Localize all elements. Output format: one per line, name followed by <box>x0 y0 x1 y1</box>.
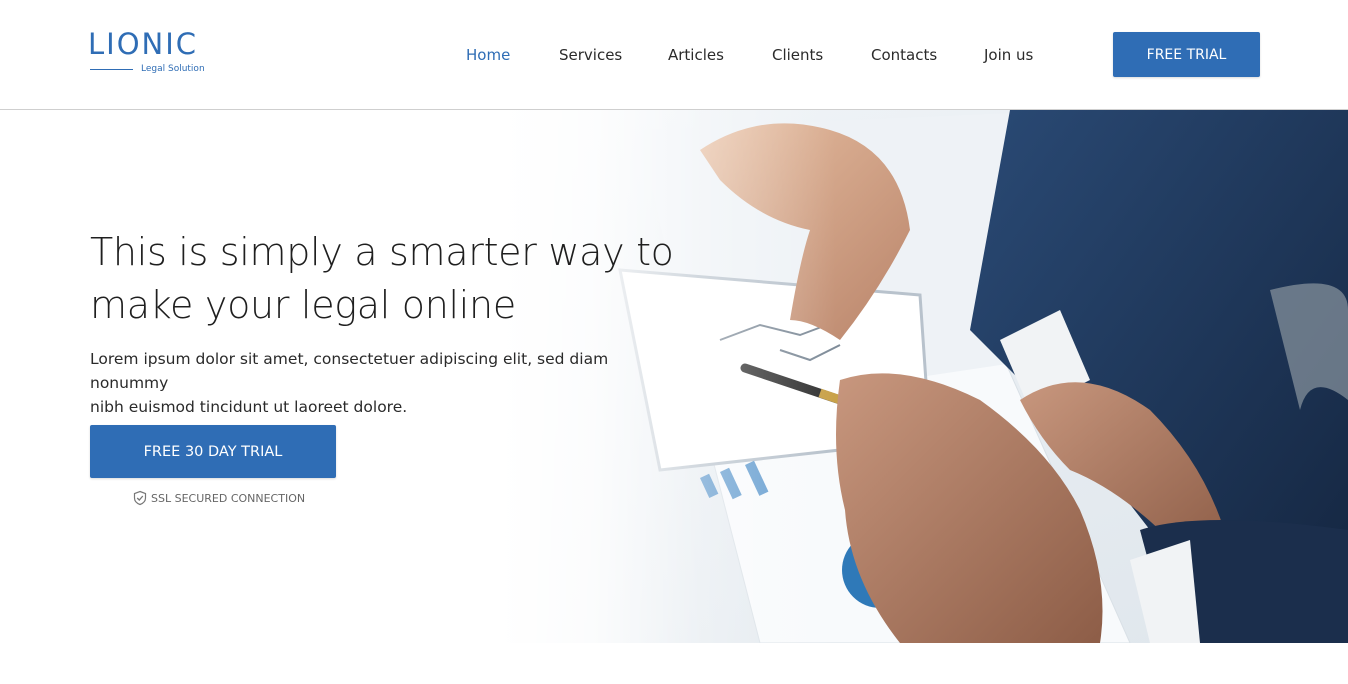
logo-tagline: Legal Solution <box>141 64 205 74</box>
hero-subtext: Lorem ipsum dolor sit amet, consectetuer… <box>90 347 690 419</box>
nav-item-home[interactable]: Home <box>466 44 510 66</box>
nav-item-contacts[interactable]: Contacts <box>871 44 937 66</box>
nav-item-join-us[interactable]: Join us <box>984 44 1033 66</box>
hero-subtext-line1: Lorem ipsum dolor sit amet, consectetuer… <box>90 350 609 392</box>
free-trial-button[interactable]: FREE TRIAL <box>1113 32 1260 77</box>
ssl-label: SSL SECURED CONNECTION <box>151 491 306 505</box>
hero-headline-line1: This is simply a smarter way to <box>90 230 674 274</box>
hero-headline: This is simply a smarter way to make you… <box>90 226 690 332</box>
nav-item-articles[interactable]: Articles <box>668 44 724 66</box>
logo[interactable]: LIONIC Legal Solution <box>88 28 208 78</box>
nav-item-clients[interactable]: Clients <box>772 44 823 66</box>
hero-section: This is simply a smarter way to make you… <box>0 110 1348 643</box>
hero-headline-line2: make your legal online <box>90 283 516 327</box>
hero-subtext-line2: nibh euismod tincidunt ut laoreet dolore… <box>90 398 408 416</box>
logo-underline <box>90 69 133 70</box>
shield-check-icon <box>133 490 147 506</box>
ssl-badge: SSL SECURED CONNECTION <box>132 490 305 506</box>
site-header: LIONIC Legal Solution Home Services Arti… <box>0 0 1348 110</box>
nav-item-services[interactable]: Services <box>559 44 622 66</box>
logo-name: LIONIC <box>88 27 199 61</box>
free-30-day-trial-button[interactable]: FREE 30 DAY TRIAL <box>90 425 336 478</box>
